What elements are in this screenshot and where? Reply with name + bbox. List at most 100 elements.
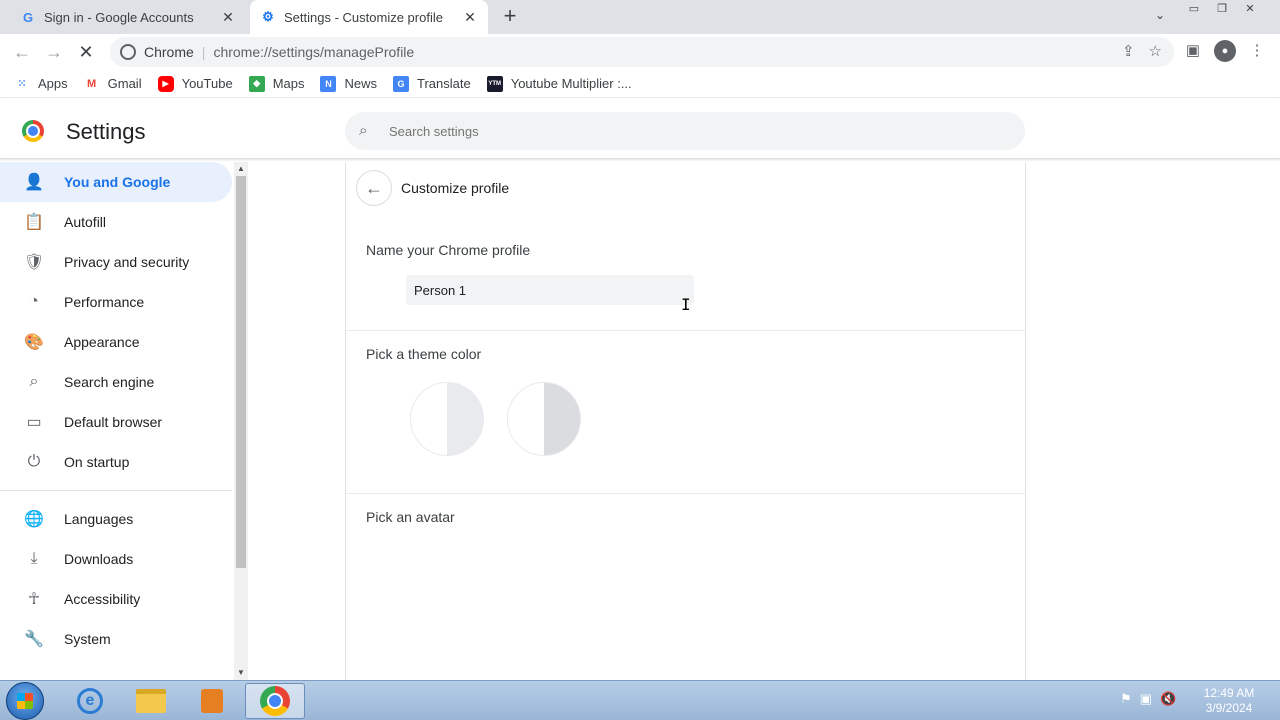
scrollbar-thumb[interactable] [236,176,246,568]
youtube-icon: ▶ [157,75,174,92]
sidebar-item-system[interactable]: 🔧 System [0,619,232,659]
sidebar-item-label: You and Google [64,174,171,190]
bookmark-youtube[interactable]: ▶ YouTube [157,75,233,92]
theme-color-swatch[interactable] [410,382,484,456]
bookmark-youtube-multiplier[interactable]: YTM Youtube Multiplier :... [486,75,632,92]
scroll-down-icon[interactable]: ▼ [234,666,248,680]
clock-date: 3/9/2024 [1205,701,1253,715]
scroll-up-icon[interactable]: ▲ [234,162,248,176]
taskbar-clock[interactable]: 12:49 AM 3/9/2024 [1196,686,1262,716]
sidebar-item-label: Default browser [64,414,163,430]
tab-strip: G Sign in - Google Accounts ✕ ⚙ Settings… [0,0,1280,34]
card-title: Customize profile [401,180,510,196]
sidebar-item-performance[interactable]: ◔ Performance [0,282,232,322]
settings-search[interactable]: ⌕ [345,112,1025,150]
profile-name-input[interactable] [406,275,694,305]
new-tab-icon[interactable]: + [498,5,522,29]
sidebar-item-search-engine[interactable]: ⌕ Search engine [0,362,232,402]
close-tab-icon[interactable]: ✕ [220,9,236,26]
chrome-logo-icon [22,120,44,142]
back-arrow-icon[interactable]: ← [10,40,34,64]
internet-explorer-icon: e [77,688,103,714]
share-icon[interactable]: ⇪ [1122,42,1135,60]
bookmark-star-icon[interactable]: ☆ [1149,42,1162,60]
bookmark-translate[interactable]: G Translate [393,75,471,92]
download-icon: ⤓ [30,550,38,567]
maps-icon: ◆ [248,75,265,92]
tab-title: Settings - Customize profile [284,9,443,25]
back-button[interactable]: ← [356,170,392,206]
network-icon[interactable]: ▣ [1140,691,1152,707]
url-text: chrome://settings/manageProfile [213,44,415,60]
taskbar-ie[interactable]: e [60,683,120,719]
sidebar-item-accessibility[interactable]: ☥ Accessibility [0,579,232,619]
sidebar-item-default-browser[interactable]: ▭ Default browser [0,402,232,442]
text-cursor-icon: I [681,295,691,314]
taskbar-chrome[interactable] [245,683,305,719]
bookmark-gmail[interactable]: M Gmail [84,76,142,92]
clock-time: 12:49 AM [1203,686,1255,700]
minimize-icon[interactable]: ▭ [1180,0,1208,18]
close-window-icon[interactable]: ✕ [1236,0,1264,18]
taskbar-explorer[interactable] [121,683,181,719]
sidebar-item-you-and-google[interactable]: 👤 You and Google [0,162,232,202]
sidebar-item-downloads[interactable]: ⤓ Downloads [0,539,232,579]
chrome-icon [260,686,290,716]
chevron-down-icon[interactable]: ⌄ [1150,8,1170,26]
start-button[interactable] [6,682,44,720]
restore-icon[interactable]: ❐ [1208,0,1236,18]
loading-stop-icon[interactable]: ✕ [74,40,98,64]
theme-color-swatch[interactable] [507,382,581,456]
theme-section-label: Pick a theme color [366,346,482,362]
sidebar-item-on-startup[interactable]: ⏻ On startup [0,442,232,482]
bookmark-label: Gmail [107,76,142,91]
address-bar[interactable]: Chrome | chrome://settings/manageProfile… [110,37,1174,67]
windows-taskbar: e ⚑ ▣ 🔇 12:49 AM 3/9/2024 [0,680,1280,720]
bookmark-apps[interactable]: ⁙ Apps [14,76,68,92]
globe-icon: 🌐 [24,511,44,528]
wrench-icon: 🔧 [24,631,44,648]
sidebar-item-label: System [64,631,111,647]
bookmarks-bar: ⁙ Apps M Gmail ▶ YouTube ◆ Maps N News G… [0,70,1280,98]
bookmark-news[interactable]: N News [320,75,377,92]
speedometer-icon: ◔ [29,293,39,310]
bookmark-maps[interactable]: ◆ Maps [248,75,304,92]
sidebar-item-appearance[interactable]: 🎨 Appearance [0,322,232,362]
sidebar-item-label: On startup [64,454,130,470]
tab-settings[interactable]: ⚙ Settings - Customize profile ✕ [250,0,488,34]
sidebar-item-privacy[interactable]: 🛡 Privacy and security [0,242,232,282]
shield-icon: 🛡 [23,254,45,271]
news-icon: N [320,75,337,92]
arrow-left-icon: ← [365,177,383,198]
side-panel-icon[interactable]: ▣ [1182,40,1204,62]
profile-avatar-icon[interactable]: ● [1214,40,1236,62]
name-section-label: Name your Chrome profile [366,242,531,258]
tab-google-accounts[interactable]: G Sign in - Google Accounts ✕ [10,0,246,34]
tab-title: Sign in - Google Accounts [44,9,194,25]
section-divider [346,493,1025,494]
person-icon: 👤 [24,174,44,191]
volume-muted-icon[interactable]: 🔇 [1160,691,1176,707]
search-icon: ⌕ [29,373,39,390]
bookmark-label: Apps [38,76,68,91]
sidebar-divider [0,490,232,491]
sidebar-item-autofill[interactable]: 📋 Autofill [0,202,232,242]
sidebar-scrollbar[interactable]: ▲ ▼ [234,162,248,680]
taskbar-media-player[interactable] [182,683,242,719]
sidebar-item-label: Appearance [64,334,140,350]
sidebar-item-label: Accessibility [64,591,141,607]
forward-arrow-icon[interactable]: → [42,40,66,64]
search-input[interactable] [389,123,889,139]
avatar-section-label: Pick an avatar [366,509,455,525]
ytm-icon: YTM [486,75,503,92]
more-menu-icon[interactable]: ⋮ [1246,40,1268,62]
flag-icon[interactable]: ⚑ [1120,691,1132,707]
folder-icon [136,689,166,713]
sidebar-item-languages[interactable]: 🌐 Languages [0,499,232,539]
search-icon: ⌕ [359,122,368,139]
page-title: Settings [66,119,146,144]
gmail-icon: M [87,77,97,90]
site-info-icon[interactable] [120,44,136,60]
settings-header: Settings ⌕ [0,103,1280,159]
close-tab-icon[interactable]: ✕ [462,9,478,26]
